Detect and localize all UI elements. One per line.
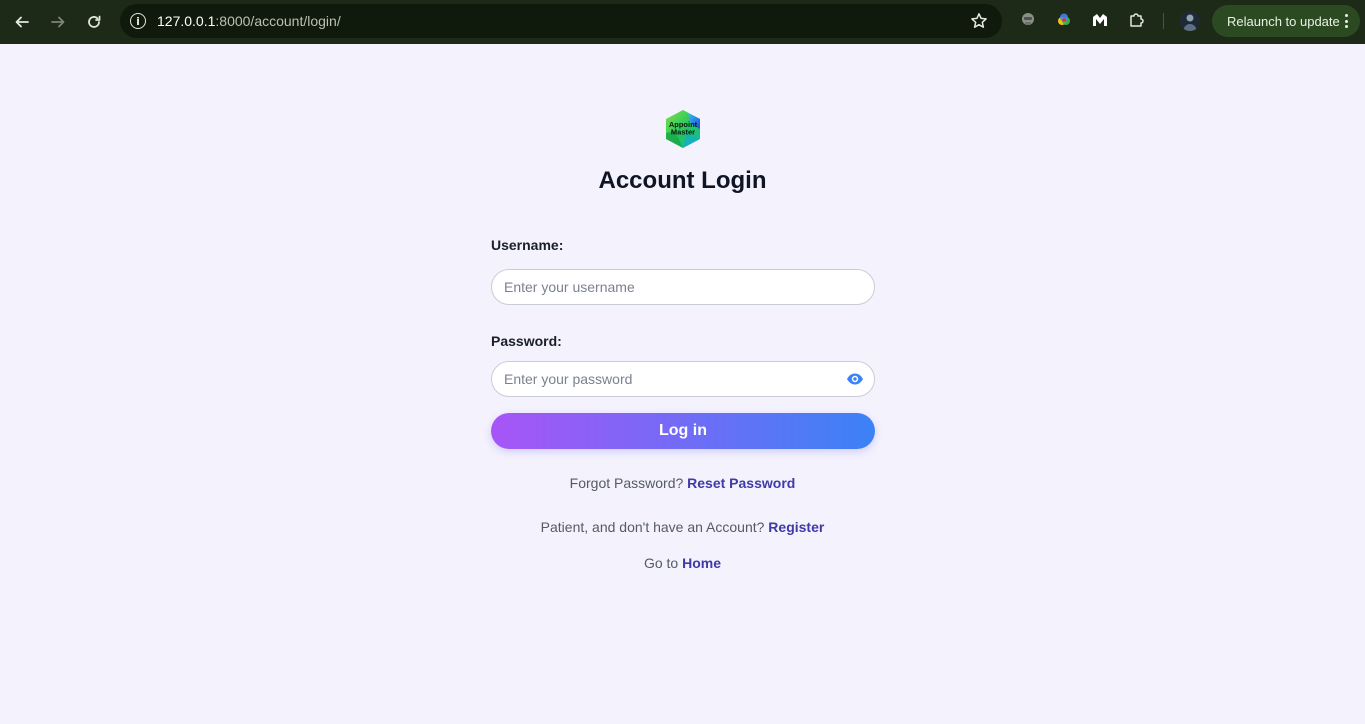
home-link[interactable]: Home [682,555,721,571]
back-button[interactable] [4,4,40,40]
extensions-puzzle-icon[interactable] [1126,10,1146,30]
arrow-left-icon [15,16,29,28]
url-host: 127.0.0.1 [157,13,216,29]
profile-avatar[interactable] [1180,11,1200,31]
relaunch-update-button[interactable]: Relaunch to update [1212,5,1360,37]
toolbar-divider [1163,13,1164,29]
username-input[interactable] [491,269,875,305]
appointmaster-logo: Appoint Master [666,110,700,148]
page-title: Account Login [598,167,767,194]
url-text[interactable]: 127.0.0.1:8000/account/login/ [157,13,341,29]
forgot-password-line: Forgot Password? Reset Password [0,475,1365,491]
forgot-password-text: Forgot Password? [569,475,684,491]
url-path: :8000/account/login/ [215,13,341,29]
reload-icon [88,15,101,28]
browser-toolbar: i 127.0.0.1:8000/account/login/ Relaunch… [0,0,1365,44]
relaunch-label: Relaunch to update [1227,13,1340,29]
address-bar[interactable]: i 127.0.0.1:8000/account/login/ [120,4,1002,38]
password-label: Password: [491,333,562,349]
extension-ghost-icon[interactable] [1018,10,1038,30]
site-info-icon[interactable]: i [130,13,146,29]
show-password-eye-icon[interactable] [846,371,864,387]
login-page: Appoint Master Account Login Username: P… [0,44,1365,724]
more-menu-icon[interactable] [1344,14,1348,28]
login-button[interactable]: Log in [491,413,875,449]
register-prompt-text: Patient, and don't have an Account? [540,519,765,535]
password-input[interactable] [491,361,875,397]
bookmark-star-icon[interactable] [970,12,988,30]
reset-password-link[interactable]: Reset Password [687,475,795,491]
forward-button[interactable] [40,4,76,40]
logo-text-2: Master [671,128,695,137]
extension-malwarebytes-icon[interactable] [1090,10,1110,30]
home-line: Go to Home [0,555,1365,571]
extension-color-icon[interactable] [1054,10,1074,30]
register-line: Patient, and don't have an Account? Regi… [0,519,1365,535]
home-prompt-text: Go to [643,555,679,571]
reload-button[interactable] [76,4,112,40]
register-link[interactable]: Register [768,519,824,535]
arrow-right-icon [51,16,65,28]
username-label: Username: [491,237,564,253]
